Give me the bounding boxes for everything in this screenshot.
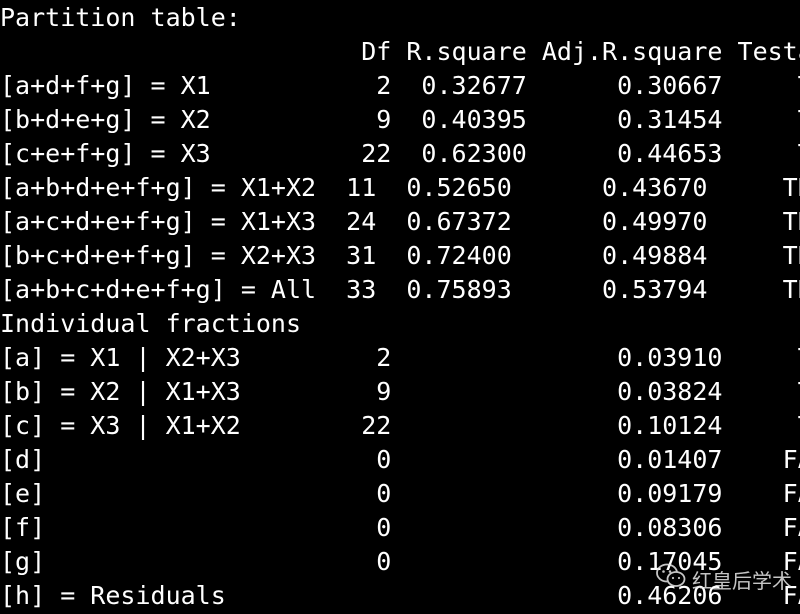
watermark: 红皇后学术 (656, 562, 792, 596)
terminal-line: Df R.square Adj.R.square Testable (0, 37, 800, 66)
terminal-line: [b] = X2 | X1+X3 9 0.03824 TRUE (0, 377, 800, 406)
terminal-line: [c] = X3 | X1+X2 22 0.10124 TRUE (0, 411, 800, 440)
terminal-line: [a+c+d+e+f+g] = X1+X3 24 0.67372 0.49970… (0, 207, 800, 236)
terminal-line: [e] 0 0.09179 FALSE (0, 479, 800, 508)
wechat-icon (656, 563, 686, 595)
terminal-line: [c+e+f+g] = X3 22 0.62300 0.44653 TRUE (0, 139, 800, 168)
terminal-line: Partition table: (0, 3, 241, 32)
terminal-line: [b+d+e+g] = X2 9 0.40395 0.31454 TRUE (0, 105, 800, 134)
terminal-line: [a+b+d+e+f+g] = X1+X2 11 0.52650 0.43670… (0, 173, 800, 202)
terminal-line: Individual fractions (0, 309, 302, 338)
terminal-line: [b+c+d+e+f+g] = X2+X3 31 0.72400 0.49884… (0, 241, 800, 270)
terminal-line: [a] = X1 | X2+X3 2 0.03910 TRUE (0, 343, 800, 372)
terminal-line: [a+b+c+d+e+f+g] = All 33 0.75893 0.53794… (0, 275, 800, 304)
terminal-output: Partition table: Df R.square Adj.R.squar… (0, 0, 800, 614)
terminal-line: [f] 0 0.08306 FALSE (0, 513, 800, 542)
terminal-line: [d] 0 0.01407 FALSE (0, 445, 800, 474)
terminal-line: [a+d+f+g] = X1 2 0.32677 0.30667 TRUE (0, 71, 800, 100)
watermark-text: 红皇后学术 (692, 568, 792, 593)
